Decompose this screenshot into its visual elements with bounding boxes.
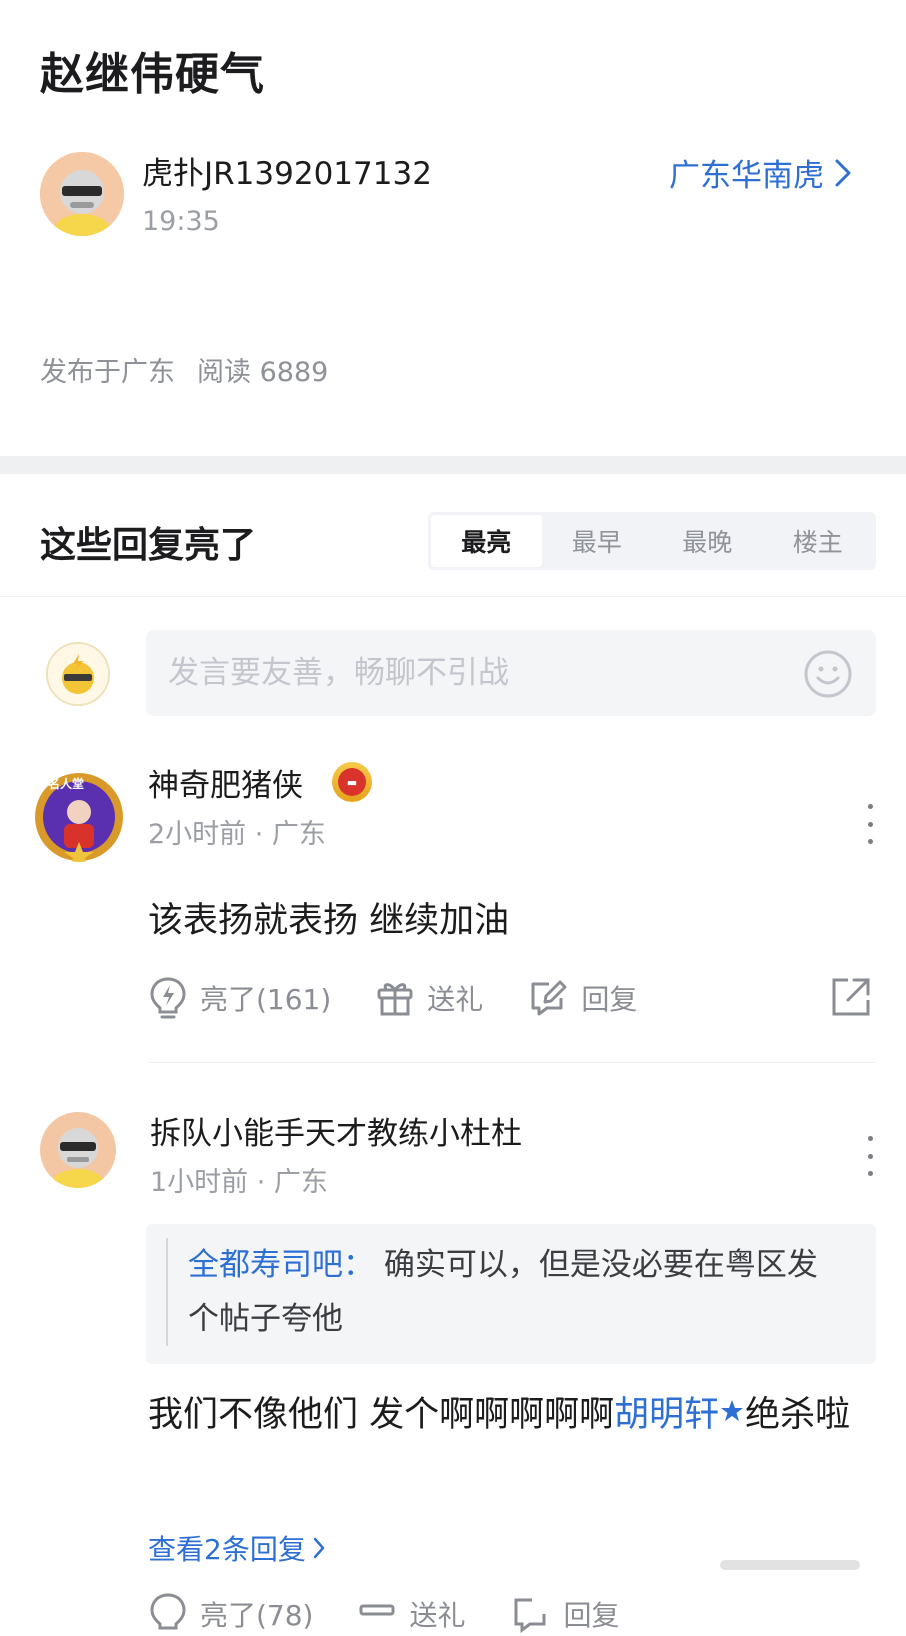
commenter-name[interactable]: 拆队小能手天才教练小杜杜 bbox=[150, 1108, 522, 1153]
smiley-icon bbox=[804, 650, 852, 698]
star-icon bbox=[721, 1400, 744, 1421]
like-button[interactable]: 亮了(161) bbox=[148, 976, 331, 1020]
reply-button[interactable]: 回复 bbox=[510, 1594, 620, 1634]
forum-link[interactable]: 广东华南虎 bbox=[669, 150, 852, 195]
reply-edit-icon bbox=[531, 980, 567, 1016]
comment-meta: 1小时前 · 广东 bbox=[150, 1167, 328, 1198]
avatar-image bbox=[40, 152, 124, 236]
tab-earliest[interactable]: 最早 bbox=[542, 515, 653, 567]
comment-actions: 亮了(161) 送礼 回复 bbox=[148, 976, 637, 1020]
post-time: 19:35 bbox=[142, 206, 220, 237]
like-count: 亮了(161) bbox=[200, 983, 332, 1016]
more-options-button[interactable] bbox=[860, 804, 880, 844]
divider bbox=[148, 1062, 876, 1063]
mention-label: 胡明轩 bbox=[614, 1395, 720, 1435]
author-avatar[interactable] bbox=[40, 152, 124, 236]
comment-body: 该表扬就表扬 继续加油 bbox=[148, 901, 510, 941]
more-dot-icon bbox=[867, 821, 873, 827]
tab-brightest[interactable]: 最亮 bbox=[431, 515, 542, 567]
emoji-button[interactable] bbox=[802, 648, 854, 700]
like-count: 亮了(78) bbox=[200, 1599, 314, 1632]
my-avatar bbox=[46, 642, 110, 706]
post-reads: 阅读 6889 bbox=[197, 357, 329, 388]
watermark-bar bbox=[720, 1560, 860, 1570]
forum-name: 广东华南虎 bbox=[669, 158, 824, 194]
post-location: 发布于广东 bbox=[40, 357, 175, 388]
author-name[interactable]: 虎扑JR1392017132 bbox=[142, 148, 432, 193]
replies-section-title: 这些回复亮了 bbox=[40, 525, 257, 566]
reply-label: 回复 bbox=[563, 1599, 620, 1632]
avatar-image bbox=[40, 1112, 116, 1188]
lightbulb-bolt-icon bbox=[150, 977, 186, 1019]
reply-edit-icon bbox=[514, 1598, 545, 1633]
svg-text:名人堂: 名人堂 bbox=[48, 776, 84, 791]
share-icon bbox=[832, 978, 870, 1016]
comment-actions: 亮了(78) 送礼 回复 bbox=[148, 1592, 620, 1636]
more-dot-icon bbox=[867, 839, 873, 844]
comment-meta: 2小时前 · 广东 bbox=[148, 819, 326, 850]
quoted-reply[interactable]: 全都寿司吧： 确实可以，但是没必要在粤区发个帖子夸他 bbox=[146, 1224, 876, 1364]
quoted-author[interactable]: 全都寿司吧： bbox=[188, 1247, 374, 1283]
commenter-avatar[interactable]: 名人堂 bbox=[34, 772, 124, 862]
comment-text: 我们不像他们 发个啊啊啊啊啊 bbox=[148, 1395, 615, 1435]
comment-input[interactable] bbox=[146, 630, 876, 716]
avatar-image: 名人堂 bbox=[35, 773, 123, 862]
view-replies-label: 查看2条回复 bbox=[148, 1533, 306, 1566]
share-button[interactable] bbox=[830, 976, 872, 1022]
tab-latest[interactable]: 最晚 bbox=[652, 515, 763, 567]
like-button[interactable]: 亮了(78) bbox=[148, 1592, 313, 1636]
gift-icon bbox=[377, 983, 413, 1016]
player-mention[interactable]: 胡明轩 bbox=[614, 1395, 745, 1435]
more-dot-icon bbox=[867, 1171, 873, 1176]
avatar-image bbox=[48, 644, 108, 704]
commenter-avatar[interactable] bbox=[40, 1112, 116, 1188]
lightbulb-bolt-icon bbox=[150, 1593, 186, 1630]
divider bbox=[0, 596, 906, 597]
comment-body: 我们不像他们 发个啊啊啊啊啊胡明轩 绝杀啦 bbox=[148, 1382, 868, 1448]
gift-icon bbox=[359, 1604, 395, 1616]
post-meta: 发布于广东 阅读 6889 bbox=[40, 350, 328, 389]
more-dot-icon bbox=[867, 1136, 873, 1141]
badge-icon[interactable]: ▬ bbox=[332, 762, 372, 802]
gift-button[interactable]: 送礼 bbox=[375, 978, 483, 1018]
reply-button[interactable]: 回复 bbox=[527, 978, 637, 1018]
tab-op-only[interactable]: 楼主 bbox=[763, 515, 874, 567]
commenter-name[interactable]: 神奇肥猪侠 bbox=[148, 760, 303, 805]
comment-text: 绝杀啦 bbox=[745, 1395, 851, 1435]
gift-button[interactable]: 送礼 bbox=[357, 1594, 466, 1634]
reply-label: 回复 bbox=[581, 983, 638, 1016]
more-options-button[interactable] bbox=[860, 1136, 880, 1176]
gift-label: 送礼 bbox=[427, 983, 484, 1016]
more-dot-icon bbox=[867, 1153, 873, 1159]
quoted-text-block: 全都寿司吧： 确实可以，但是没必要在粤区发个帖子夸他 bbox=[166, 1238, 858, 1346]
gift-label: 送礼 bbox=[409, 1599, 466, 1632]
more-dot-icon bbox=[867, 804, 873, 809]
chevron-right-icon bbox=[835, 159, 851, 186]
section-divider bbox=[0, 456, 906, 474]
badge-book-icon: ▬ bbox=[338, 768, 366, 796]
view-replies-link[interactable]: 查看2条回复 bbox=[148, 1528, 326, 1568]
sort-tabs: 最亮 最早 最晚 楼主 bbox=[428, 512, 876, 570]
chevron-right-icon bbox=[313, 1537, 325, 1559]
post-title: 赵继伟硬气 bbox=[40, 49, 265, 100]
